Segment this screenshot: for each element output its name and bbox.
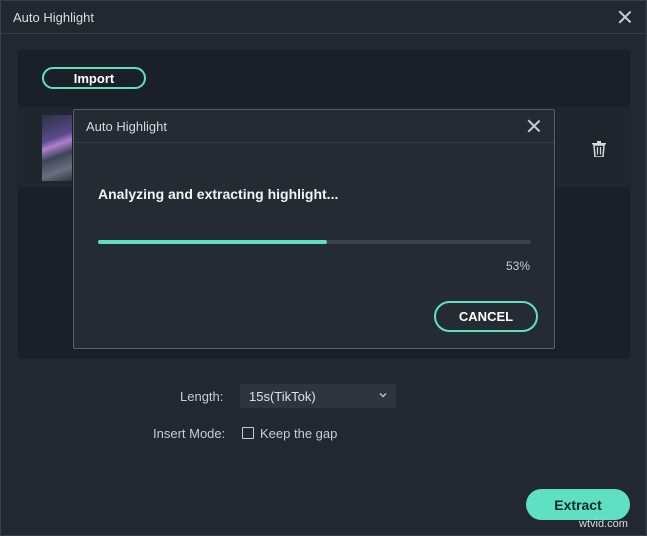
insert-mode-label: Insert Mode: (153, 426, 226, 441)
progress-dialog: Auto Highlight Analyzing and extracting … (73, 109, 555, 349)
progress-fill (98, 240, 328, 244)
video-thumbnail[interactable] (42, 115, 76, 181)
keep-gap-checkbox[interactable] (242, 427, 254, 439)
progress-percent: 53% (505, 259, 530, 273)
length-select[interactable]: 15s(TikTok) (240, 384, 396, 408)
dialog-close-icon[interactable] (526, 118, 542, 134)
chevron-down-icon (379, 393, 387, 398)
length-label: Length: (180, 389, 224, 404)
import-button[interactable]: Import (42, 67, 146, 89)
dialog-titlebar: Auto Highlight (74, 110, 554, 143)
window-titlebar: Auto Highlight (1, 1, 646, 34)
progress-bar (98, 240, 531, 244)
cancel-button[interactable]: CANCEL (434, 301, 538, 332)
auto-highlight-window: Auto Highlight Import Length: 15s(TikTok… (0, 0, 647, 536)
keep-gap-label[interactable]: Keep the gap (260, 426, 337, 441)
window-title: Auto Highlight (13, 10, 94, 25)
dialog-title: Auto Highlight (86, 119, 167, 134)
progress-message: Analyzing and extracting highlight... (98, 186, 339, 202)
close-icon[interactable] (617, 9, 633, 25)
extract-button[interactable]: Extract (526, 489, 630, 520)
length-select-value: 15s(TikTok) (249, 389, 316, 404)
watermark: wtvid.com (579, 518, 628, 530)
trash-icon[interactable] (592, 141, 606, 157)
